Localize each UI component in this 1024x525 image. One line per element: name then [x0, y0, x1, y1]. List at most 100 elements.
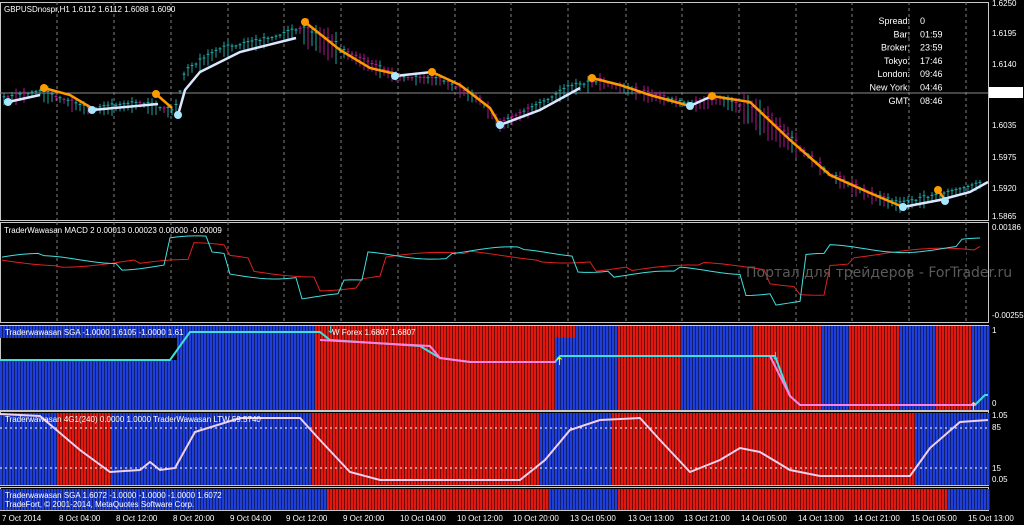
sga2-bar	[465, 489, 468, 510]
g1-bar	[969, 413, 972, 485]
sga2-bar	[312, 489, 315, 510]
sga-top-bar	[552, 326, 555, 338]
sga2-bar	[435, 489, 438, 510]
sga-top-bar	[654, 326, 657, 338]
g1-bar	[561, 413, 564, 485]
info-label: Broker:	[881, 43, 910, 53]
trend-down-line	[304, 21, 401, 77]
macd-bar	[867, 249, 871, 264]
g1-bar	[531, 413, 534, 485]
macd-bar	[722, 264, 726, 271]
sga2-bar	[792, 489, 795, 510]
sga-bar	[846, 337, 849, 410]
sga-bar	[774, 337, 777, 410]
sga-top-bar	[819, 326, 822, 338]
sga-bar	[243, 330, 246, 410]
sga-top-bar	[720, 326, 723, 338]
macd-bar	[82, 261, 86, 264]
sga-bar	[135, 360, 138, 410]
sga2-bar	[552, 489, 555, 510]
sga-bar	[48, 360, 51, 410]
macd-bar	[577, 264, 581, 269]
macd-bar	[242, 264, 246, 275]
sga2-bar	[237, 489, 240, 510]
g1-bar	[267, 413, 270, 485]
g1-bar	[948, 413, 951, 485]
macd-bar	[37, 258, 41, 264]
g1-bar	[270, 413, 273, 485]
g1-bar	[978, 413, 981, 485]
g1-bar	[417, 413, 420, 485]
x-axis-label: 13 Oct 21:00	[684, 514, 730, 523]
sga-top-bar	[723, 326, 726, 338]
g1-bar	[633, 413, 636, 485]
sga-bar	[663, 337, 666, 410]
sga2-bar	[234, 489, 237, 510]
g1-tick: 1.05	[992, 411, 1008, 420]
sga-bar	[639, 337, 642, 410]
sga-bar	[291, 330, 294, 410]
info-value: 17:46	[920, 56, 943, 66]
sga2-bar	[639, 489, 642, 510]
sga2-bar	[987, 489, 990, 510]
g1-bar	[894, 413, 897, 485]
sga-bar	[813, 337, 816, 410]
sga-bar	[216, 330, 219, 410]
g1-bar	[750, 413, 753, 485]
sga-top-bar	[543, 326, 546, 338]
sga-top-bar	[657, 326, 660, 338]
sga-top-bar	[894, 326, 897, 338]
x-axis-label: 14 Oct 05:00	[741, 514, 787, 523]
sga-bar	[705, 337, 708, 410]
g1-bar	[435, 413, 438, 485]
sga-bar	[756, 337, 759, 410]
macd-bar	[717, 264, 721, 271]
sga-top-bar	[534, 326, 537, 338]
sga2-bar	[810, 489, 813, 510]
g1-bar	[702, 413, 705, 485]
g1-tick: 15	[992, 464, 1001, 473]
sga2-bar	[537, 489, 540, 510]
sga-top-bar	[798, 326, 801, 338]
sga2-bar	[381, 489, 384, 510]
sga-bar	[882, 337, 885, 410]
sga-top-bar	[468, 326, 471, 338]
sga-bar	[147, 360, 150, 410]
g1-bar	[708, 413, 711, 485]
g1-bar	[501, 413, 504, 485]
sga-bar	[702, 337, 705, 410]
x-axis-label: 9 Oct 04:00	[230, 514, 272, 523]
g1-bar	[291, 413, 294, 485]
sga-bar	[219, 330, 222, 410]
info-label: GMT:	[889, 96, 911, 106]
sga-top-bar	[981, 326, 984, 338]
g1-bar	[726, 413, 729, 485]
x-axis-label: 15 Oct 05:00	[911, 514, 957, 523]
sga2-bar	[420, 489, 423, 510]
macd-bar	[392, 257, 396, 264]
g1-bar	[423, 413, 426, 485]
g1-bar	[447, 413, 450, 485]
sga-top-bar	[795, 326, 798, 338]
sga-bar	[606, 337, 609, 410]
g1-bar	[477, 413, 480, 485]
g1-bar	[690, 413, 693, 485]
g1-bar	[471, 413, 474, 485]
sga-bar	[327, 337, 330, 410]
sga2-bar	[975, 489, 978, 510]
g1-bar	[426, 413, 429, 485]
g1-bar	[840, 413, 843, 485]
sga2-bar	[462, 489, 465, 510]
sga-bar	[366, 337, 369, 410]
macd-bar	[712, 264, 716, 269]
macd-bar	[877, 254, 881, 264]
sga-bar	[51, 360, 54, 410]
g1-bar	[765, 413, 768, 485]
sga-bar	[903, 337, 906, 410]
macd-bar	[97, 259, 101, 264]
g1-bar	[558, 413, 561, 485]
sga2-bar	[408, 489, 411, 510]
sga-bar	[957, 337, 960, 410]
sga-top-bar	[849, 326, 852, 338]
sga2-bar	[621, 489, 624, 510]
